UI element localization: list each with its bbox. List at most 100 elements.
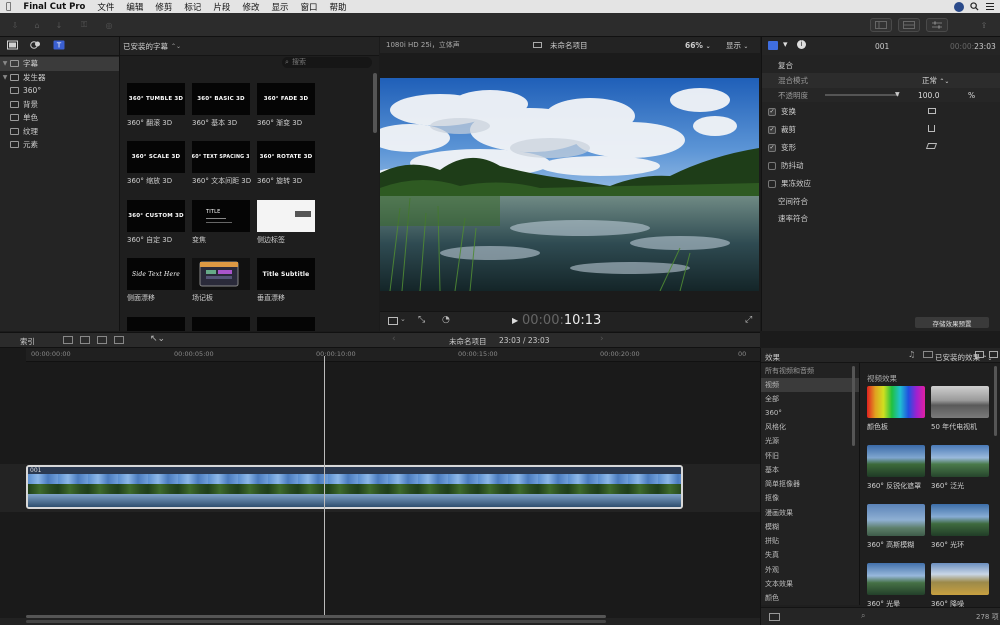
- effects-category[interactable]: 基本: [761, 463, 859, 477]
- key-icon[interactable]: ⚿: [76, 18, 92, 32]
- effects-category[interactable]: 光源: [761, 434, 859, 448]
- forward-arrow-icon[interactable]: ›: [600, 334, 604, 344]
- user-avatar-icon[interactable]: [954, 1, 964, 12]
- effects-thumb-scrollbar[interactable]: [994, 366, 997, 436]
- installed-effects-menu[interactable]: 已安装的效果 ⌃⌄: [935, 352, 992, 363]
- timeline-horizontal-scrollbar[interactable]: [26, 620, 606, 623]
- titles-generators-icon[interactable]: T: [53, 40, 65, 52]
- zoom-menu[interactable]: 66% ⌄: [685, 41, 711, 50]
- panel-divider[interactable]: [859, 363, 860, 605]
- effects-search-input[interactable]: ⌕: [861, 611, 961, 622]
- title-thumb-custom[interactable]: 360° CUSTOM 3D: [127, 200, 185, 232]
- effect-thumb-denoise[interactable]: [931, 563, 989, 595]
- menu-edit[interactable]: 编辑: [120, 1, 149, 13]
- distort-checkbox[interactable]: ✓: [768, 143, 776, 152]
- clip-appearance-icon[interactable]: [923, 351, 933, 358]
- spatial-conform-section[interactable]: 空间符合: [762, 193, 1000, 210]
- rolling-shutter-checkbox[interactable]: [768, 179, 776, 188]
- distort-section[interactable]: ✓ 变形: [762, 139, 1000, 156]
- layout-library-icon[interactable]: [870, 18, 892, 32]
- photos-audio-icon[interactable]: [30, 40, 41, 52]
- back-arrow-icon[interactable]: ‹: [392, 334, 396, 344]
- crop-onscreen-icon[interactable]: [928, 125, 935, 132]
- transform-onscreen-icon[interactable]: [928, 108, 936, 114]
- timeline[interactable]: 00:00:00:00 00:00:05:00 00:00:10:00 00:0…: [0, 348, 760, 618]
- title-thumb-partial[interactable]: [192, 317, 250, 331]
- distort-onscreen-icon[interactable]: [925, 143, 938, 149]
- effects-category[interactable]: 视频: [761, 378, 859, 393]
- color-inspector-icon[interactable]: ▾: [783, 40, 788, 50]
- title-thumb-side-label[interactable]: [257, 200, 315, 232]
- composite-section[interactable]: 复合: [762, 57, 1000, 74]
- library-item-elements[interactable]: 元素: [0, 138, 119, 152]
- rate-conform-section[interactable]: 速率符合: [762, 210, 1000, 227]
- insert-clip-icon[interactable]: [80, 336, 90, 344]
- search-icon[interactable]: [970, 2, 979, 11]
- view-options-icon[interactable]: [388, 317, 398, 325]
- library-item-textures[interactable]: 纹理: [0, 125, 119, 139]
- effects-category[interactable]: 外观: [761, 563, 859, 577]
- playhead[interactable]: [324, 356, 325, 618]
- effect-thumb-halo[interactable]: [867, 563, 925, 595]
- media-browser-icon[interactable]: [7, 40, 18, 52]
- title-thumb-clapboard[interactable]: [192, 258, 250, 290]
- effects-category[interactable]: 模糊: [761, 520, 859, 534]
- title-thumb-zoom[interactable]: TITLE: [192, 200, 250, 232]
- connect-clip-icon[interactable]: [114, 336, 124, 344]
- layout-inspector-icon[interactable]: [926, 18, 948, 32]
- effects-category[interactable]: 拼贴: [761, 534, 859, 548]
- layout-timeline-icon[interactable]: [898, 18, 920, 32]
- effects-category[interactable]: 360°: [761, 406, 859, 420]
- menu-app-name[interactable]: Final Cut Pro: [17, 2, 91, 12]
- menu-file[interactable]: 文件: [91, 1, 120, 13]
- effects-category[interactable]: 风格化: [761, 420, 859, 434]
- library-item-generators[interactable]: ▼ 发生器: [0, 71, 119, 85]
- menu-mark[interactable]: 标记: [178, 1, 207, 13]
- title-thumb-rotate[interactable]: 360° ROTATE 3D: [257, 141, 315, 173]
- title-thumb-partial[interactable]: [257, 317, 315, 331]
- effects-category[interactable]: 抠像: [761, 491, 859, 505]
- effect-thumb-color-board[interactable]: [867, 386, 925, 418]
- select-tool-icon[interactable]: ↖⌄: [150, 334, 165, 344]
- library-item-solids[interactable]: 单色: [0, 111, 119, 125]
- effects-category[interactable]: 所有视频和音频: [761, 364, 859, 378]
- effect-thumb-glow[interactable]: [931, 504, 989, 536]
- headphones-icon[interactable]: ♫: [908, 350, 915, 359]
- browser-scrollbar[interactable]: [373, 73, 377, 133]
- fullscreen-icon[interactable]: ⤢: [745, 315, 752, 325]
- disclosure-triangle-icon[interactable]: ▼: [0, 60, 10, 67]
- title-thumb-partial[interactable]: [127, 317, 185, 331]
- chevron-updown-icon[interactable]: ⌃⌄: [171, 43, 181, 50]
- video-inspector-icon[interactable]: [768, 41, 778, 50]
- disclosure-triangle-icon[interactable]: ▼: [0, 74, 10, 81]
- menu-view[interactable]: 显示: [265, 1, 294, 13]
- index-button[interactable]: 索引: [20, 336, 35, 347]
- effects-category[interactable]: 漫画效果: [761, 506, 859, 520]
- import-icon[interactable]: ↓: [52, 18, 66, 32]
- title-thumb-vertical-drift[interactable]: Title Subtitle: [257, 258, 315, 290]
- search-input[interactable]: ⌕ 搜索: [282, 57, 372, 68]
- library-item-360[interactable]: 360°: [0, 84, 119, 98]
- apple-icon[interactable]: : [0, 2, 17, 12]
- transform-section[interactable]: ✓ 变换: [762, 103, 1000, 120]
- category-scrollbar[interactable]: [852, 366, 855, 446]
- menu-trim[interactable]: 修剪: [149, 1, 178, 13]
- opacity-slider-knob[interactable]: ▼: [895, 91, 900, 98]
- video-frame[interactable]: [380, 78, 759, 291]
- effect-thumb-50s-tv[interactable]: [931, 386, 989, 418]
- title-thumb-basic[interactable]: 360° BASIC 3D: [192, 83, 250, 115]
- notification-center-icon[interactable]: [985, 2, 994, 11]
- library-item-titles[interactable]: ▼ 字幕: [0, 57, 119, 71]
- title-thumb-fade[interactable]: 360° FADE 3D: [257, 83, 315, 115]
- opacity-value[interactable]: 100.0: [918, 91, 939, 100]
- title-thumb-scale[interactable]: 360° SCALE 3D: [127, 141, 185, 173]
- append-clip-icon[interactable]: [63, 336, 73, 344]
- effects-category[interactable]: 文本效果: [761, 577, 859, 591]
- crop-checkbox[interactable]: ✓: [768, 125, 776, 134]
- display-menu[interactable]: 显示 ⌄: [726, 40, 748, 51]
- chevron-down-icon[interactable]: ⌄: [400, 315, 406, 323]
- menu-window[interactable]: 窗口: [294, 1, 323, 13]
- save-effects-preset-button[interactable]: 存储效果预置: [915, 317, 989, 328]
- blend-mode-select[interactable]: 正常 ⌃⌄: [922, 75, 949, 86]
- opacity-slider[interactable]: [825, 94, 899, 96]
